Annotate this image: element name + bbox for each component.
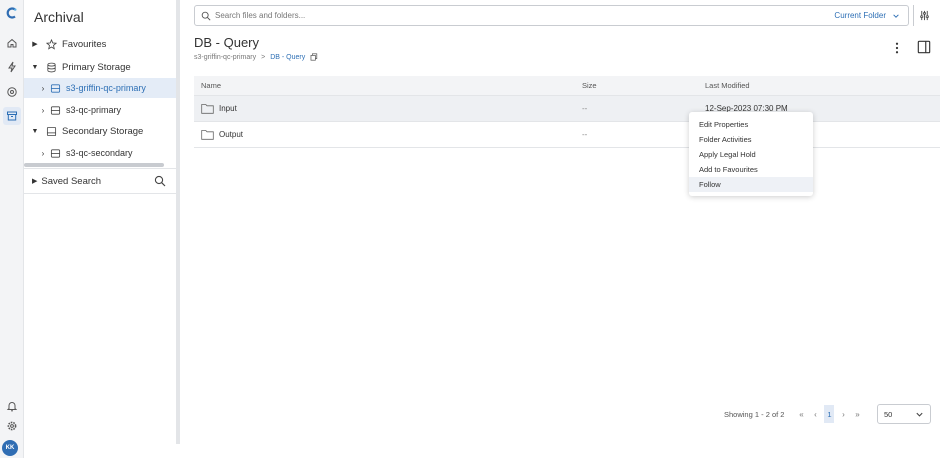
tree-item-secondary-storage[interactable]: ▼ Secondary Storage bbox=[24, 121, 176, 141]
user-avatar[interactable]: KK bbox=[2, 440, 18, 456]
next-page-button[interactable]: › bbox=[836, 410, 850, 419]
tree-item-label: s3-qc-secondary bbox=[66, 148, 133, 158]
file-size: -- bbox=[582, 130, 588, 139]
search-input[interactable]: Search files and folders... bbox=[215, 11, 834, 20]
column-header-name[interactable]: Name bbox=[194, 81, 582, 90]
gauge-icon[interactable] bbox=[3, 83, 21, 101]
tree-horizontal-scrollbar[interactable] bbox=[24, 163, 164, 167]
file-name[interactable]: Input bbox=[219, 104, 237, 113]
breadcrumb: s3-griffin-qc-primary > DB - Query bbox=[194, 53, 318, 61]
menu-item-apply-legal-hold[interactable]: Apply Legal Hold bbox=[689, 147, 813, 162]
tree-item-label: Secondary Storage bbox=[62, 125, 144, 137]
panel-title: Archival bbox=[34, 9, 84, 25]
tree-item-label: Primary Storage bbox=[62, 61, 131, 73]
main-content: Search files and folders... Current Fold… bbox=[180, 0, 940, 458]
toggle-details-panel-button[interactable] bbox=[917, 40, 933, 56]
saved-search-section[interactable]: ▶ Saved Search bbox=[24, 168, 176, 194]
side-panel-icon bbox=[917, 40, 931, 54]
activity-icon[interactable] bbox=[3, 58, 21, 76]
tree-item-primary-storage[interactable]: ▼ Primary Storage bbox=[24, 57, 176, 77]
archive-icon[interactable] bbox=[3, 107, 21, 125]
sliders-icon bbox=[920, 10, 929, 21]
caret-right-icon[interactable]: ▶ bbox=[30, 40, 40, 48]
column-header-last-modified[interactable]: Last Modified bbox=[705, 81, 940, 90]
breadcrumb-separator: > bbox=[261, 53, 266, 61]
drive-icon bbox=[46, 126, 57, 136]
kebab-icon bbox=[895, 42, 899, 54]
home-icon[interactable] bbox=[3, 34, 21, 52]
chevron-down-icon bbox=[916, 412, 923, 417]
tree-item-favourites[interactable]: ▶ Favourites bbox=[24, 34, 176, 54]
gear-icon[interactable] bbox=[3, 417, 21, 435]
search-bar[interactable]: Search files and folders... Current Fold… bbox=[194, 5, 909, 26]
folder-icon bbox=[201, 104, 214, 114]
app-window: KK Archival ▶ Favourites ▼ Primary Stora… bbox=[0, 0, 940, 458]
saved-search-label: Saved Search bbox=[41, 175, 102, 187]
column-header-size[interactable]: Size bbox=[582, 81, 705, 90]
bell-icon[interactable] bbox=[3, 397, 21, 415]
first-page-button[interactable]: « bbox=[794, 410, 808, 419]
search-scope-select[interactable]: Current Folder bbox=[834, 11, 886, 20]
chevron-right-icon[interactable]: › bbox=[38, 149, 48, 158]
bucket-icon bbox=[50, 83, 61, 93]
previous-page-button[interactable]: ‹ bbox=[808, 410, 822, 419]
menu-item-folder-activities[interactable]: Folder Activities bbox=[689, 132, 813, 147]
file-size: -- bbox=[582, 104, 588, 113]
menu-item-edit-properties[interactable]: Edit Properties bbox=[689, 117, 813, 132]
file-table: Name Size Last Modified Input -- 12-Sep-… bbox=[194, 76, 940, 148]
more-options-button[interactable] bbox=[890, 40, 904, 56]
chevron-right-icon[interactable]: › bbox=[38, 106, 48, 115]
table-row[interactable]: Input -- 12-Sep-2023 07:30 PM bbox=[194, 96, 940, 122]
star-icon bbox=[46, 38, 57, 50]
bucket-icon bbox=[50, 148, 61, 158]
breadcrumb-link[interactable]: s3-griffin-qc-primary bbox=[194, 54, 256, 61]
filter-settings-button[interactable] bbox=[913, 5, 935, 26]
tree-item-s3-griffin-qc-primary[interactable]: › s3-griffin-qc-primary bbox=[24, 78, 176, 98]
menu-item-add-to-favourites[interactable]: Add to Favourites bbox=[689, 162, 813, 177]
page-size-value: 50 bbox=[884, 409, 893, 419]
tree-item-s3-qc-primary[interactable]: › s3-qc-primary bbox=[24, 100, 176, 120]
current-page[interactable]: 1 bbox=[824, 405, 835, 423]
tree-item-label: s3-griffin-qc-primary bbox=[66, 83, 146, 93]
page-title: DB - Query bbox=[194, 35, 260, 50]
search-icon bbox=[201, 11, 211, 21]
breadcrumb-current: DB - Query bbox=[270, 53, 306, 61]
menu-item-follow[interactable]: Follow bbox=[689, 177, 813, 192]
chevron-down-icon[interactable] bbox=[892, 12, 900, 20]
chevron-right-icon[interactable]: › bbox=[38, 84, 48, 93]
caret-right-icon[interactable]: ▶ bbox=[32, 177, 37, 185]
logo-icon[interactable] bbox=[3, 4, 21, 22]
caret-down-icon[interactable]: ▼ bbox=[30, 128, 40, 135]
file-name[interactable]: Output bbox=[219, 130, 243, 139]
page-size-select[interactable]: 50 bbox=[877, 404, 931, 424]
icon-rail: KK bbox=[0, 0, 24, 458]
bucket-icon bbox=[50, 105, 61, 115]
tree-item-label: Favourites bbox=[62, 38, 107, 50]
tree-item-s3-qc-secondary[interactable]: › s3-qc-secondary bbox=[24, 143, 176, 163]
context-menu: Edit Properties Folder Activities Apply … bbox=[689, 112, 813, 196]
pagination: Showing 1 - 2 of 2 « ‹ 1 › » bbox=[724, 404, 864, 424]
tree-item-label: s3-qc-primary bbox=[66, 105, 122, 115]
last-page-button[interactable]: » bbox=[850, 410, 864, 419]
search-icon[interactable] bbox=[154, 175, 166, 187]
folder-icon bbox=[201, 130, 214, 140]
caret-down-icon[interactable]: ▼ bbox=[30, 64, 40, 71]
table-header: Name Size Last Modified bbox=[194, 76, 940, 96]
copy-icon[interactable] bbox=[310, 53, 318, 61]
database-icon bbox=[47, 62, 56, 72]
archival-tree-panel: Archival ▶ Favourites ▼ Primary Storage … bbox=[24, 0, 176, 458]
table-row[interactable]: Output -- bbox=[194, 122, 940, 148]
pagination-summary: Showing 1 - 2 of 2 bbox=[724, 409, 785, 419]
